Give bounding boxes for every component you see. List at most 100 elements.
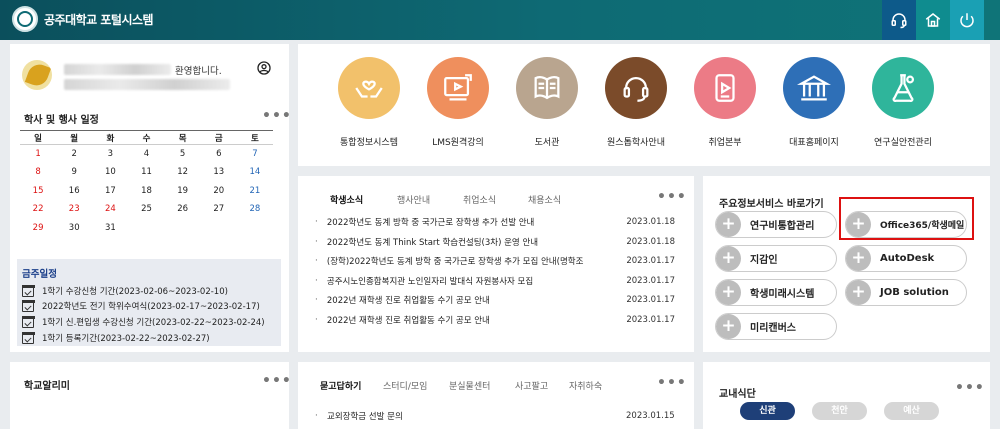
quicklink-research-fund[interactable]: + 연구비통합관리	[715, 211, 837, 238]
calendar-day[interactable]: 4	[128, 145, 164, 164]
calendar-empty-cell	[237, 219, 273, 238]
welcome-text: 환영합니다.	[175, 66, 222, 77]
calendar-day[interactable]: 9	[56, 163, 92, 182]
tab-recruitment[interactable]: 채용소식	[528, 193, 561, 206]
calendar-day[interactable]: 12	[165, 163, 201, 182]
campus-button-yesan[interactable]: 예산	[884, 402, 939, 420]
quicklink-jigamin[interactable]: + 지감인	[715, 245, 837, 272]
calendar-day[interactable]: 14	[237, 163, 273, 182]
campus-button-cheonan[interactable]: 천안	[812, 402, 867, 420]
calendar-day[interactable]: 26	[165, 200, 201, 219]
tab-employment-news[interactable]: 취업소식	[463, 193, 496, 206]
academic-calendar: 일 월 화 수 목 금 토 1 2 3 4 5 6 7 8 9 10 11 12 13 14 15 16 17 1…	[20, 130, 273, 237]
service-onestop[interactable]: 원스톱학사안내	[596, 57, 676, 148]
quicklink-miricanvas[interactable]: + 미리캔버스	[715, 313, 837, 340]
campus-button-singwan[interactable]: 신관	[740, 402, 795, 420]
news-item[interactable]: · 2022년 재학생 진로 취업활동 수기 공모 안내 2023.01.17	[315, 311, 675, 329]
calendar-day[interactable]: 10	[92, 163, 128, 182]
headset-icon	[891, 13, 907, 29]
calendar-day[interactable]: 30	[56, 219, 92, 238]
calendar-day[interactable]: 29	[20, 219, 56, 238]
plus-icon: +	[716, 314, 741, 339]
calendar-day[interactable]: 11	[128, 163, 164, 182]
school-notice-more-button[interactable]: •••	[262, 373, 292, 389]
calendar-day[interactable]: 13	[201, 163, 237, 182]
calendar-day[interactable]: 15	[20, 182, 56, 201]
top-bar: 공주대학교 포털시스템	[0, 0, 1000, 40]
quicklink-student-future[interactable]: + 학생미래시스템	[715, 279, 837, 306]
calendar-empty-cell	[201, 219, 237, 238]
calendar-day[interactable]: 21	[237, 182, 273, 201]
user-info-redacted	[64, 79, 230, 90]
plus-icon: +	[716, 212, 741, 237]
week-item[interactable]: 2022학년도 전기 학위수여식(2023-02-17~2023-02-17)	[21, 299, 260, 313]
week-item[interactable]: 1학기 수강신청 기간(2023-02-06~2023-02-10)	[21, 284, 228, 298]
news-item-title: 공주시노인종합복지관 노인일자리 발대식 자원봉사자 모집	[326, 276, 534, 287]
news-item[interactable]: · 2022학년도 동계 Think Start 학습컨설팅(3차) 운영 안내 2…	[315, 233, 675, 251]
logout-button[interactable]	[950, 0, 984, 40]
calendar-day[interactable]: 2	[56, 145, 92, 164]
news-item-date: 2023.01.18	[626, 217, 675, 227]
calendar-week-row: 15 16 17 18 19 20 21	[20, 182, 273, 201]
home-button[interactable]	[916, 0, 950, 40]
calendar-day[interactable]: 19	[165, 182, 201, 201]
qa-more-button[interactable]: •••	[657, 375, 687, 391]
week-item[interactable]: 1학기 신.편입생 수강신청 기간(2023-02-22~2023-02-24)	[21, 315, 265, 329]
tab-events[interactable]: 행사안내	[397, 193, 430, 206]
calendar-day[interactable]: 31	[92, 219, 128, 238]
calendar-day[interactable]: 5	[165, 145, 201, 164]
highlight-box	[839, 197, 974, 240]
tab-housing[interactable]: 자취하숙	[569, 379, 602, 392]
tab-trade[interactable]: 사고팔고	[515, 379, 548, 392]
news-item-date: 2023.01.17	[626, 275, 675, 286]
news-item-date: 2023.01.17	[626, 256, 675, 267]
support-button[interactable]	[882, 0, 916, 40]
calendar-day[interactable]: 7	[237, 145, 273, 164]
calendar-empty-cell	[165, 219, 201, 238]
calendar-day[interactable]: 17	[92, 182, 128, 201]
calendar-day[interactable]: 3	[92, 145, 128, 164]
service-lab-safety[interactable]: 연구실안전관리	[863, 57, 943, 148]
service-library[interactable]: 도서관	[507, 57, 587, 148]
calendar-day[interactable]: 22	[20, 200, 56, 219]
quicklinks-title: 주요정보서비스 바로가기	[719, 199, 824, 210]
news-more-button[interactable]: •••	[657, 189, 687, 205]
service-lms[interactable]: LMS원격강의	[418, 57, 498, 148]
news-item[interactable]: · 2022학년도 동계 방학 중 국가근로 장학생 추가 선발 안내 2023.0…	[315, 213, 675, 231]
qa-item[interactable]: · 교외장학금 선발 문의 2023.01.15	[315, 407, 675, 425]
user-name-redacted	[64, 64, 171, 75]
calendar-day[interactable]: 18	[128, 182, 164, 201]
service-homepage[interactable]: 대표홈페이지	[774, 57, 854, 148]
tab-study-group[interactable]: 스터디/모임	[383, 379, 427, 392]
avatar	[22, 60, 52, 90]
calendar-day[interactable]: 1	[20, 145, 56, 164]
quicklink-autodesk[interactable]: + AutoDesk	[845, 245, 967, 272]
portal-logo[interactable]: 공주대학교 포털시스템	[12, 6, 154, 32]
calendar-day[interactable]: 6	[201, 145, 237, 164]
power-icon	[960, 13, 974, 28]
calendar-day[interactable]: 20	[201, 182, 237, 201]
news-item[interactable]: · 2022년 재학생 진로 취업활동 수기 공모 안내 2023.01.17	[315, 291, 675, 309]
calendar-day[interactable]: 23	[56, 200, 92, 219]
cafeteria-more-button[interactable]: •••	[955, 380, 985, 396]
calendar-day[interactable]: 24	[92, 200, 128, 219]
tab-qa[interactable]: 묻고답하기	[320, 379, 361, 392]
calendar-week-row: 8 9 10 11 12 13 14	[20, 163, 273, 182]
quicklink-job-solution[interactable]: + JOB solution	[845, 279, 967, 306]
news-item[interactable]: · (장학)2022학년도 동계 방학 중 국가근로 장학생 추가 모집 안내(명…	[315, 252, 675, 270]
plus-icon: +	[846, 246, 871, 271]
tab-student-news[interactable]: 학생소식	[330, 193, 363, 206]
tab-lost-found[interactable]: 분실물센터	[449, 379, 490, 392]
weekday-fri: 금	[200, 130, 237, 145]
calendar-day[interactable]: 8	[20, 163, 56, 182]
service-employment[interactable]: 취업본부	[685, 57, 765, 148]
news-item[interactable]: · 공주시노인종합복지관 노인일자리 발대식 자원봉사자 모집 2023.01.17	[315, 272, 675, 290]
calendar-day[interactable]: 28	[237, 200, 273, 219]
calendar-day[interactable]: 25	[128, 200, 164, 219]
schedule-more-button[interactable]: •••	[262, 108, 292, 124]
calendar-day[interactable]: 27	[201, 200, 237, 219]
calendar-day[interactable]: 16	[56, 182, 92, 201]
week-item[interactable]: 1학기 등록기간(2023-02-22~2023-02-27)	[21, 331, 210, 345]
service-integrated-info[interactable]: 통합정보시스템	[329, 57, 409, 148]
user-settings-icon[interactable]	[256, 60, 272, 76]
